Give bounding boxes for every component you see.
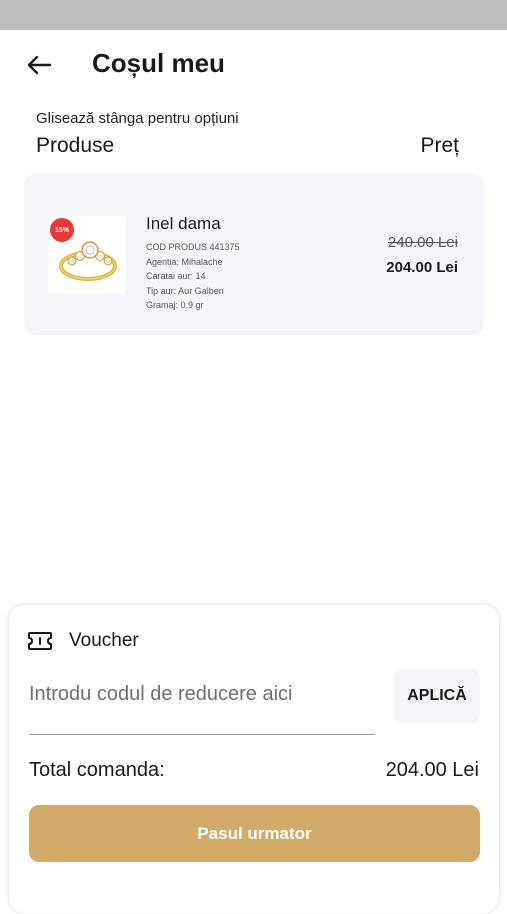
old-price: 240.00 Lei [387, 234, 458, 251]
page-title: Coșul meu [92, 48, 225, 78]
back-button[interactable] [22, 50, 56, 80]
products-column-header: Produse [36, 134, 115, 157]
new-price: 204.00 Lei [386, 259, 458, 276]
product-carat: Caratai aur: 14 [146, 271, 206, 281]
checkout-panel: Voucher APLICĂ Total comanda: 204.00 Lei… [8, 604, 500, 914]
swipe-hint: Glisează stânga pentru opțiuni [36, 110, 239, 127]
product-name: Inel dama [146, 214, 221, 233]
product-details: COD PRODUS 441375 Agentia: Mihalache Car… [146, 240, 240, 313]
apply-voucher-button[interactable]: APLICĂ [394, 669, 480, 723]
price-column-header: Preț [420, 134, 459, 157]
voucher-row: Voucher [27, 629, 139, 653]
total-label: Total comanda: [29, 759, 165, 781]
voucher-code-input[interactable] [29, 675, 375, 735]
next-step-button[interactable]: Pasul urmator [29, 805, 480, 862]
product-code: COD PRODUS 441375 [146, 242, 240, 252]
cart-item[interactable]: 15% Inel dama COD PRODUS 441375 Agentia:… [24, 174, 484, 335]
voucher-label: Voucher [69, 630, 139, 651]
product-agency: Agentia: Mihalache [146, 256, 223, 267]
arrow-left-icon [27, 55, 52, 75]
product-gold-type: Tip aur: Aur Galben [146, 285, 224, 296]
ticket-icon [28, 632, 52, 650]
total-value: 204.00 Lei [385, 759, 479, 781]
discount-badge: 15% [50, 218, 74, 242]
status-bar [0, 0, 507, 30]
header: Coșul meu [0, 30, 507, 100]
product-weight: Gramaj: 0.9 gr [146, 300, 204, 310]
